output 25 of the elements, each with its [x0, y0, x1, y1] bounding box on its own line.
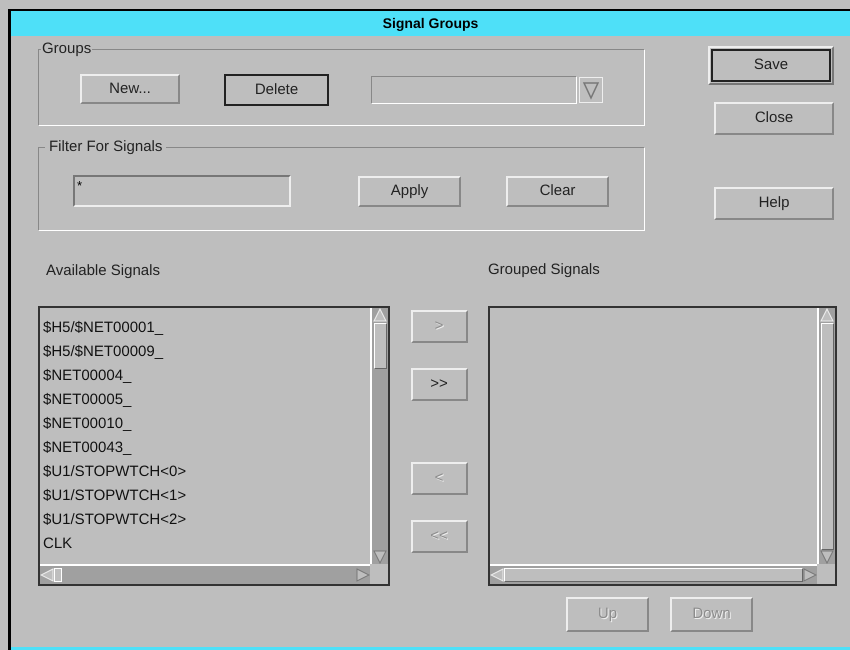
- available-signals-list[interactable]: $H5/$NET00001_ $H5/$NET00009_ $NET00004_ $NET00005_ $NET00010_ $NET00043_ $U1/STOPWTCH<0> $U1/STOPWTCH<1> $U1/STOPWTCH<2> CLK: [38, 306, 390, 586]
- apply-button[interactable]: Apply: [358, 176, 461, 206]
- list-item[interactable]: $U1/STOPWTCH<0>: [43, 460, 370, 484]
- filter-field[interactable]: *: [73, 175, 291, 207]
- window-title: Signal Groups: [11, 11, 850, 36]
- list-item[interactable]: $NET00004_: [43, 364, 370, 388]
- delete-button[interactable]: Delete: [224, 74, 329, 106]
- frame-label: Filter For Signals: [45, 138, 166, 156]
- list-item[interactable]: $H5/$NET00009_: [43, 340, 370, 364]
- dialog-button[interactable]: Close: [714, 102, 834, 135]
- list-item[interactable]: $NET00005_: [43, 388, 370, 412]
- frame-label: Groups: [41, 40, 92, 58]
- list-item[interactable]: $U1/STOPWTCH<2>: [43, 508, 370, 532]
- list-item[interactable]: $H5/$NET00001_: [43, 316, 370, 340]
- dialog-button[interactable]: Help: [714, 187, 834, 220]
- dialog-button[interactable]: Save: [711, 49, 831, 82]
- transfer-button[interactable]: >>: [410, 368, 468, 401]
- list-item[interactable]: CLK: [43, 532, 370, 556]
- list-item[interactable]: $NET00010_: [43, 412, 370, 436]
- list-label: Grouped Signals: [488, 260, 600, 280]
- new-button[interactable]: New...: [80, 74, 180, 104]
- list-label: Available Signals: [46, 262, 160, 279]
- list-item[interactable]: $U1/STOPWTCH<1>: [43, 484, 370, 508]
- list-item[interactable]: $NET00043_: [43, 436, 370, 460]
- clear-button[interactable]: Clear: [506, 176, 609, 206]
